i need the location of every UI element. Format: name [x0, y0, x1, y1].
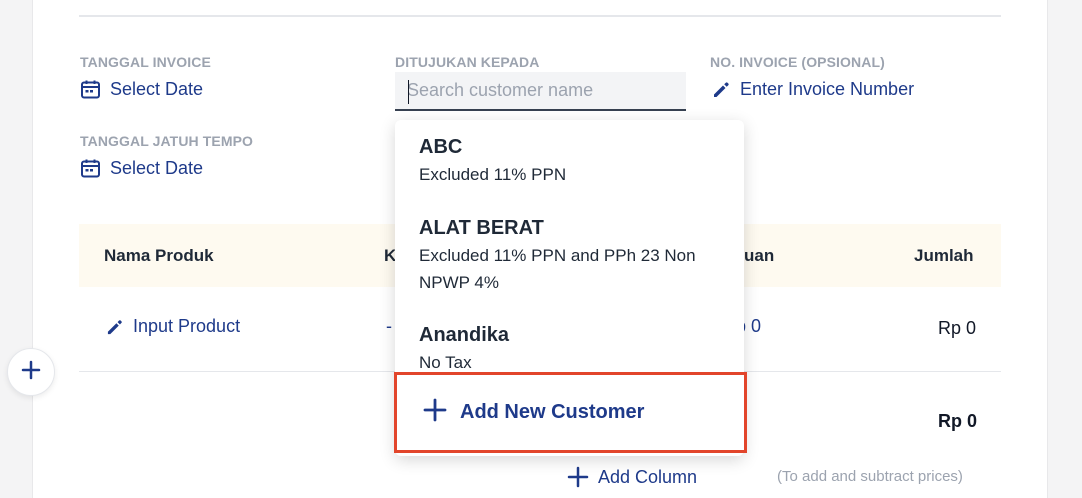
- due-date-picker[interactable]: Select Date: [80, 158, 203, 179]
- invoice-number-label: NO. INVOICE (OPSIONAL): [710, 54, 885, 70]
- invoice-number-placeholder: Enter Invoice Number: [740, 79, 915, 99]
- due-date-value: Select Date: [110, 158, 204, 178]
- column-header-price: uan: [744, 246, 775, 265]
- quantity-cell[interactable]: -: [386, 316, 392, 337]
- customer-option-tax: Excluded 11% PPN: [419, 165, 567, 184]
- top-divider: [79, 15, 1001, 17]
- add-column-label: Add Column: [598, 466, 698, 487]
- invoice-date-value: Select Date: [110, 79, 204, 99]
- plus-icon: [567, 466, 589, 488]
- customer-option[interactable]: Anandika No Tax: [419, 322, 729, 372]
- pencil-icon: [106, 318, 124, 336]
- customer-search-field[interactable]: [395, 72, 686, 111]
- customer-option-tax: No Tax: [419, 353, 472, 372]
- due-date-label: TANGGAL JATUH TEMPO: [80, 133, 254, 149]
- plus-icon: [423, 398, 447, 427]
- calendar-icon: [80, 158, 101, 179]
- invoice-date-picker[interactable]: Select Date: [80, 79, 203, 100]
- calendar-icon: [80, 79, 101, 100]
- customer-label: DITUJUKAN KEPADA: [395, 54, 540, 70]
- column-header-product: Nama Produk: [104, 246, 214, 265]
- customer-option[interactable]: ALAT BERAT Excluded 11% PPN and PPh 23 N…: [419, 215, 729, 296]
- total-amount: Rp 0: [938, 411, 978, 431]
- customer-option[interactable]: ABC Excluded 11% PPN: [419, 134, 729, 188]
- column-header-amount: Jumlah: [914, 246, 974, 265]
- amount-cell: Rp 0: [938, 318, 977, 338]
- add-new-customer-button[interactable]: Add New Customer: [394, 372, 747, 453]
- customer-search-input[interactable]: [395, 72, 686, 109]
- customer-option-name: Anandika: [419, 324, 510, 346]
- customer-option-tax: Excluded 11% PPN and PPh 23 Non NPWP 4%: [419, 246, 696, 292]
- customer-option-name: ALAT BERAT: [419, 217, 544, 239]
- add-column-hint: (To add and subtract prices): [777, 468, 963, 485]
- input-product-button[interactable]: Input Product: [106, 316, 240, 337]
- customer-option-name: ABC: [419, 136, 463, 158]
- add-row-button[interactable]: [7, 348, 55, 396]
- pencil-icon: [712, 80, 731, 99]
- invoice-date-label: TANGGAL INVOICE: [80, 54, 211, 70]
- add-column-button[interactable]: Add Column: [567, 466, 697, 488]
- invoice-number-input[interactable]: Enter Invoice Number: [712, 79, 914, 100]
- text-cursor: [408, 80, 409, 104]
- input-product-label: Input Product: [133, 316, 241, 336]
- customer-list[interactable]: ABC Excluded 11% PPN ALAT BERAT Excluded…: [395, 120, 744, 372]
- plus-icon: [21, 360, 41, 385]
- add-new-customer-label: Add New Customer: [460, 401, 645, 423]
